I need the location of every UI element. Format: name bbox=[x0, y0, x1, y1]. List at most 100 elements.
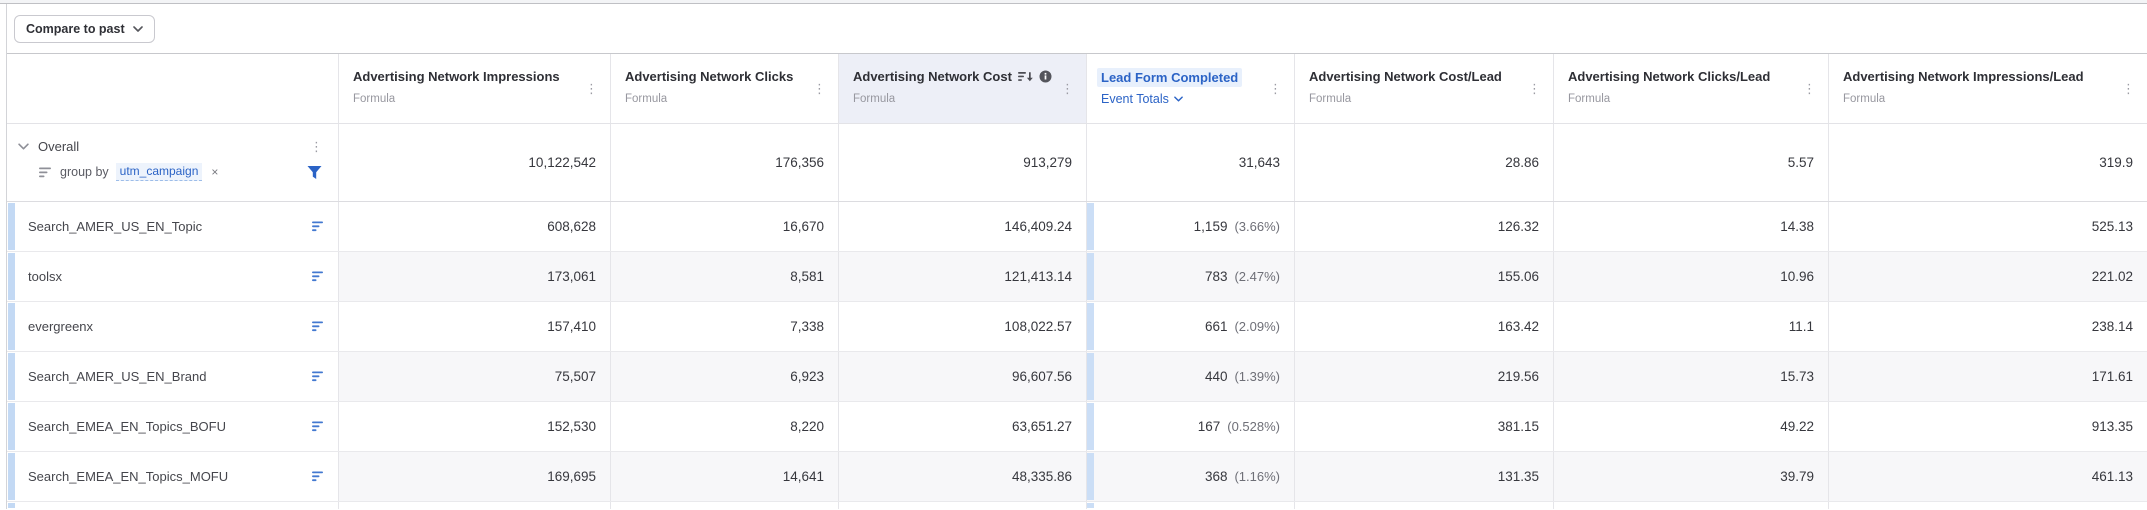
campaign-name: Search_AMER_US_EN_Topic bbox=[28, 219, 203, 234]
kebab-menu-icon[interactable]: ⋮ bbox=[581, 82, 602, 96]
kebab-menu-icon[interactable]: ⋮ bbox=[305, 140, 328, 154]
table-body: Search_AMER_US_EN_Topic 608,628 16,670 1… bbox=[7, 202, 2147, 502]
leads-cell: 440 (1.39%) bbox=[1086, 352, 1294, 401]
kebab-menu-icon[interactable]: ⋮ bbox=[809, 82, 830, 96]
column-title: Advertising Network Clicks/Lead bbox=[1568, 69, 1771, 84]
column-title: Advertising Network Clicks bbox=[625, 69, 794, 84]
table-row: Search_EMEA_EN_Topics_BOFU 152,530 8,220… bbox=[7, 402, 2147, 452]
lead-color-strip bbox=[1087, 353, 1094, 400]
table-header-row: Advertising Network Impressions Formula … bbox=[7, 54, 2147, 124]
lead-count: 167 bbox=[1197, 419, 1221, 434]
row-label-cell[interactable]: Search_AMER_US_EN_Topic bbox=[7, 202, 338, 251]
sort-descending-icon[interactable] bbox=[1017, 70, 1033, 83]
kebab-menu-icon[interactable]: ⋮ bbox=[1524, 82, 1545, 96]
row-label-cell[interactable]: Search_EMEA_EN_Topics_BOFU bbox=[7, 402, 338, 451]
table-row: Search_EMEA_EN_Topics_MOFU 169,695 14,64… bbox=[7, 452, 2147, 502]
column-header-lead-form-completed[interactable]: Lead Form Completed Event Totals ⋮ bbox=[1086, 54, 1294, 123]
clicks-cell: 14,641 bbox=[610, 452, 838, 501]
row-label-cell[interactable]: Search_EMEA_EN_Topics_MOFU bbox=[7, 452, 338, 501]
kebab-menu-icon[interactable]: ⋮ bbox=[1057, 82, 1078, 96]
partial-row bbox=[7, 502, 2147, 509]
column-header-clicks[interactable]: Advertising Network Clicks Formula ⋮ bbox=[610, 54, 838, 123]
impressions-per-lead-cell: 221.02 bbox=[1828, 252, 2147, 301]
overall-cost-value: 913,279 bbox=[838, 124, 1086, 201]
column-header-impressions[interactable]: Advertising Network Impressions Formula … bbox=[338, 54, 610, 123]
overall-clicks-per-lead-value: 5.57 bbox=[1553, 124, 1828, 201]
column-subtitle: Formula bbox=[1568, 93, 1611, 105]
column-title: Advertising Network Cost/Lead bbox=[1309, 69, 1502, 84]
overall-leads-value: 31,643 bbox=[1086, 124, 1294, 201]
column-title: Advertising Network Impressions/Lead bbox=[1843, 69, 2084, 84]
filter-icon[interactable] bbox=[307, 165, 322, 179]
lead-count: 31,643 bbox=[1238, 155, 1280, 170]
event-totals-dropdown[interactable]: Event Totals bbox=[1101, 92, 1183, 106]
campaign-name: evergreenx bbox=[28, 319, 94, 334]
column-header-clicks-per-lead[interactable]: Advertising Network Clicks/Lead Formula … bbox=[1553, 54, 1828, 123]
event-title-link[interactable]: Lead Form Completed bbox=[1097, 68, 1243, 87]
impressions-cell: 75,507 bbox=[338, 352, 610, 401]
cost-cell: 121,413.14 bbox=[838, 252, 1086, 301]
compare-to-past-button[interactable]: Compare to past bbox=[14, 15, 155, 43]
clicks-per-lead-cell: 10.96 bbox=[1553, 252, 1828, 301]
lead-color-strip bbox=[1087, 253, 1094, 300]
group-by-property-chip[interactable]: utm_campaign bbox=[115, 163, 203, 181]
overall-impressions-per-lead-value: 319.9 bbox=[1828, 124, 2147, 201]
clicks-per-lead-cell: 11.1 bbox=[1553, 302, 1828, 351]
overall-label: Overall bbox=[38, 139, 80, 154]
breakdown-icon[interactable] bbox=[312, 221, 325, 232]
lead-color-strip bbox=[1087, 303, 1094, 350]
overall-label-cell: Overall ⋮ group by utm_campaign × bbox=[7, 124, 338, 201]
leads-cell: 368 (1.16%) bbox=[1086, 452, 1294, 501]
breakdown-icon[interactable] bbox=[312, 471, 325, 482]
campaign-name: toolsx bbox=[28, 269, 62, 284]
breakdown-icon[interactable] bbox=[312, 371, 325, 382]
column-header-cost-per-lead[interactable]: Advertising Network Cost/Lead Formula ⋮ bbox=[1294, 54, 1553, 123]
campaign-name: Search_EMEA_EN_Topics_BOFU bbox=[28, 419, 226, 434]
kebab-menu-icon[interactable]: ⋮ bbox=[1265, 82, 1286, 96]
clicks-per-lead-cell: 49.22 bbox=[1553, 402, 1828, 451]
event-totals-label: Event Totals bbox=[1101, 92, 1169, 106]
column-header-cost[interactable]: Advertising Network Cost Formula ⋮ bbox=[838, 54, 1086, 123]
group-by-label: group by bbox=[60, 165, 109, 179]
breakdown-icon[interactable] bbox=[312, 271, 325, 282]
impressions-cell: 157,410 bbox=[338, 302, 610, 351]
cost-cell: 48,335.86 bbox=[838, 452, 1086, 501]
cost-per-lead-cell: 163.42 bbox=[1294, 302, 1553, 351]
metric-cell bbox=[338, 502, 610, 509]
column-subtitle: Formula bbox=[353, 93, 396, 105]
table-row: Search_AMER_US_EN_Topic 608,628 16,670 1… bbox=[7, 202, 2147, 252]
leads-cell: 167 (0.528%) bbox=[1086, 402, 1294, 451]
row-label-cell[interactable]: evergreenx bbox=[7, 302, 338, 351]
lead-percent: (1.16%) bbox=[1234, 469, 1280, 484]
kebab-menu-icon[interactable]: ⋮ bbox=[1799, 82, 1820, 96]
row-color-strip bbox=[8, 303, 15, 350]
column-header-impressions-per-lead[interactable]: Advertising Network Impressions/Lead For… bbox=[1828, 54, 2147, 123]
impressions-cell: 152,530 bbox=[338, 402, 610, 451]
clicks-cell: 7,338 bbox=[610, 302, 838, 351]
impressions-per-lead-cell: 171.61 bbox=[1828, 352, 2147, 401]
impressions-cell: 608,628 bbox=[338, 202, 610, 251]
column-subtitle: Formula bbox=[625, 93, 668, 105]
leads-cell: 783 (2.47%) bbox=[1086, 252, 1294, 301]
row-color-strip bbox=[8, 503, 15, 508]
toolbar: Compare to past bbox=[7, 4, 2147, 54]
lead-count: 1,159 bbox=[1193, 219, 1228, 234]
lead-percent: (1.39%) bbox=[1234, 369, 1280, 384]
impressions-per-lead-cell: 525.13 bbox=[1828, 202, 2147, 251]
compare-to-past-label: Compare to past bbox=[26, 22, 125, 36]
table-row: toolsx 173,061 8,581 121,413.14 783 (2.4… bbox=[7, 252, 2147, 302]
kebab-menu-icon[interactable]: ⋮ bbox=[2118, 82, 2139, 96]
breakdown-icon[interactable] bbox=[312, 321, 325, 332]
collapse-chevron-icon[interactable] bbox=[18, 143, 29, 150]
row-color-strip bbox=[8, 253, 15, 300]
impressions-per-lead-cell: 238.14 bbox=[1828, 302, 2147, 351]
column-subtitle: Formula bbox=[853, 93, 896, 105]
breakdown-icon[interactable] bbox=[312, 421, 325, 432]
overall-cost-per-lead-value: 28.86 bbox=[1294, 124, 1553, 201]
campaign-name: Search_EMEA_EN_Topics_MOFU bbox=[28, 469, 229, 484]
remove-group-by-icon[interactable]: × bbox=[209, 165, 220, 179]
impressions-cell: 173,061 bbox=[338, 252, 610, 301]
row-label-cell[interactable]: Search_AMER_US_EN_Brand bbox=[7, 352, 338, 401]
info-icon[interactable] bbox=[1039, 70, 1052, 83]
row-label-cell[interactable]: toolsx bbox=[7, 252, 338, 301]
